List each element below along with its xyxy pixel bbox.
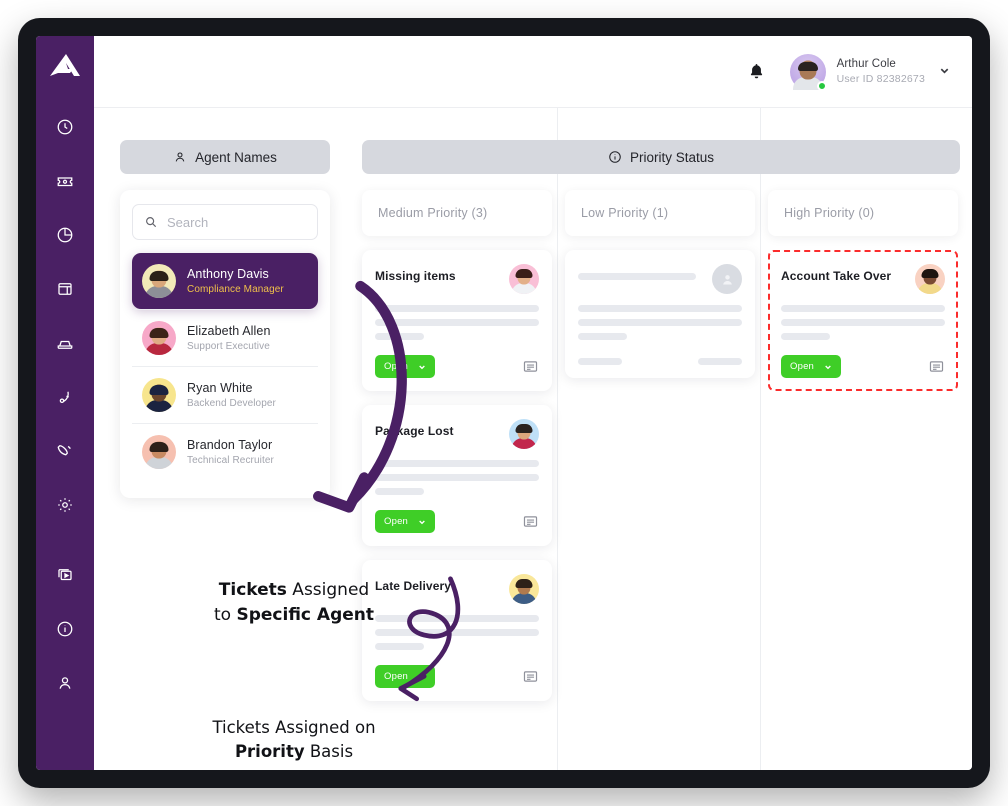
avatar — [509, 264, 539, 294]
app-logo[interactable] — [36, 36, 94, 94]
annotation-tickets-priority: Tickets Assigned on Priority Basis — [212, 718, 376, 761]
agent-name: Anthony Davis — [187, 267, 269, 281]
annotation-tickets-agent: Tickets Assigned to Specific Agent — [213, 580, 374, 625]
agent-name: Elizabeth Allen — [187, 324, 271, 338]
priority-column-header[interactable]: High Priority (0) — [768, 190, 958, 236]
sidebar-item-activity[interactable] — [36, 376, 94, 418]
placeholder-bars — [578, 305, 742, 340]
agent-role: Technical Recruiter — [187, 455, 274, 466]
priority-column: High Priority (0) Account Take Over Open — [768, 190, 958, 391]
ticket-card-placeholder[interactable] — [565, 250, 755, 378]
user-name: Arthur Cole — [836, 58, 896, 70]
sidebar-item-tickets[interactable] — [36, 160, 94, 202]
ticket-card[interactable]: Package Lost Open — [362, 405, 552, 546]
sidebar-item-settings[interactable] — [36, 484, 94, 526]
chevron-down-icon — [413, 518, 426, 526]
chevron-down-icon — [413, 673, 426, 681]
ticket-title: Package Lost — [375, 424, 454, 438]
ticket-status-button[interactable]: Open — [375, 510, 436, 533]
topbar: Arthur Cole User ID 82382673 — [94, 36, 972, 108]
bell-icon[interactable] — [747, 62, 766, 81]
ticket-body-placeholder — [781, 305, 945, 340]
avatar — [509, 574, 539, 604]
avatar — [789, 53, 827, 91]
info-icon — [609, 151, 621, 163]
ticket-status-button[interactable]: Open — [375, 355, 436, 378]
tab-priority-status-label: Priority Status — [629, 149, 715, 165]
sidebar-item-help[interactable] — [36, 608, 94, 650]
agent-list-item[interactable]: Ryan White Backend Developer — [132, 366, 318, 423]
ticket-body-placeholder — [375, 460, 539, 495]
note-icon[interactable] — [522, 358, 539, 375]
agent-name: Ryan White — [187, 381, 253, 395]
sidebar-item-boards[interactable] — [36, 268, 94, 310]
note-icon[interactable] — [928, 358, 945, 375]
search-input[interactable] — [167, 214, 306, 230]
priority-column-header[interactable]: Medium Priority (3) — [362, 190, 552, 236]
device-frame: Arthur Cole User ID 82382673 Agent Names — [18, 18, 990, 788]
avatar — [142, 378, 176, 412]
ticket-title: Account Take Over — [781, 269, 892, 283]
agent-list-item[interactable]: Brandon Taylor Technical Recruiter — [132, 423, 318, 480]
agent-role: Backend Developer — [187, 398, 276, 409]
avatar — [142, 321, 176, 355]
sidebar-item-media[interactable] — [36, 554, 94, 596]
chevron-down-icon — [413, 363, 426, 371]
search-box[interactable] — [132, 204, 318, 240]
ticket-card[interactable]: Account Take Over Open — [768, 250, 958, 391]
column-divider — [760, 108, 761, 770]
app-screen: Arthur Cole User ID 82382673 Agent Names — [36, 36, 972, 770]
user-placeholder-icon — [712, 264, 742, 294]
ticket-status-label: Open — [790, 361, 815, 372]
note-icon[interactable] — [522, 668, 539, 685]
column-divider — [557, 108, 558, 770]
chevron-down-icon[interactable] — [939, 63, 950, 81]
agent-list-item[interactable]: Elizabeth Allen Support Executive — [132, 309, 318, 366]
agent-role: Compliance Manager — [187, 284, 284, 295]
tab-agent-names-label: Agent Names — [195, 149, 277, 165]
sidebar-item-reports[interactable] — [36, 214, 94, 256]
note-icon[interactable] — [522, 513, 539, 530]
chevron-down-icon — [819, 363, 832, 371]
agent-list-item[interactable]: Anthony Davis Compliance Manager — [132, 253, 318, 309]
avatar — [142, 264, 176, 298]
ticket-status-label: Open — [384, 516, 409, 527]
ticket-card[interactable]: Missing items Open — [362, 250, 552, 391]
avatar — [915, 264, 945, 294]
online-status-dot — [816, 80, 827, 91]
agent-role: Support Executive — [187, 341, 270, 352]
sidebar-item-inbox[interactable] — [36, 322, 94, 364]
ticket-status-button[interactable]: Open — [781, 355, 842, 378]
ticket-status-label: Open — [384, 361, 409, 372]
user-menu[interactable]: Arthur Cole User ID 82382673 — [789, 53, 950, 91]
user-id: User ID 82382673 — [836, 73, 925, 85]
ticket-body-placeholder — [375, 305, 539, 340]
agent-panel: Anthony Davis Compliance Manager Elizabeth… — [120, 190, 330, 498]
search-icon — [146, 217, 157, 228]
user-icon — [175, 152, 185, 162]
avatar — [142, 435, 176, 469]
tab-priority-status[interactable]: Priority Status — [362, 140, 960, 174]
sidebar-item-profile[interactable] — [36, 662, 94, 704]
priority-column-header[interactable]: Low Priority (1) — [565, 190, 755, 236]
avatar — [509, 419, 539, 449]
ticket-title: Missing items — [375, 269, 456, 283]
priority-column: Low Priority (1) — [565, 190, 755, 378]
sidebar-item-calls[interactable] — [36, 430, 94, 472]
agent-list: Anthony Davis Compliance Manager Elizabeth… — [132, 253, 318, 480]
agent-name: Brandon Taylor — [187, 438, 273, 452]
ticket-status-label: Open — [384, 671, 409, 682]
ticket-status-button[interactable]: Open — [375, 665, 436, 688]
sidebar-item-dashboard[interactable] — [36, 106, 94, 148]
main-content: Agent Names Priority Status Anthony Davi… — [94, 108, 972, 770]
tab-agent-names[interactable]: Agent Names — [120, 140, 330, 174]
sidebar — [36, 36, 94, 770]
